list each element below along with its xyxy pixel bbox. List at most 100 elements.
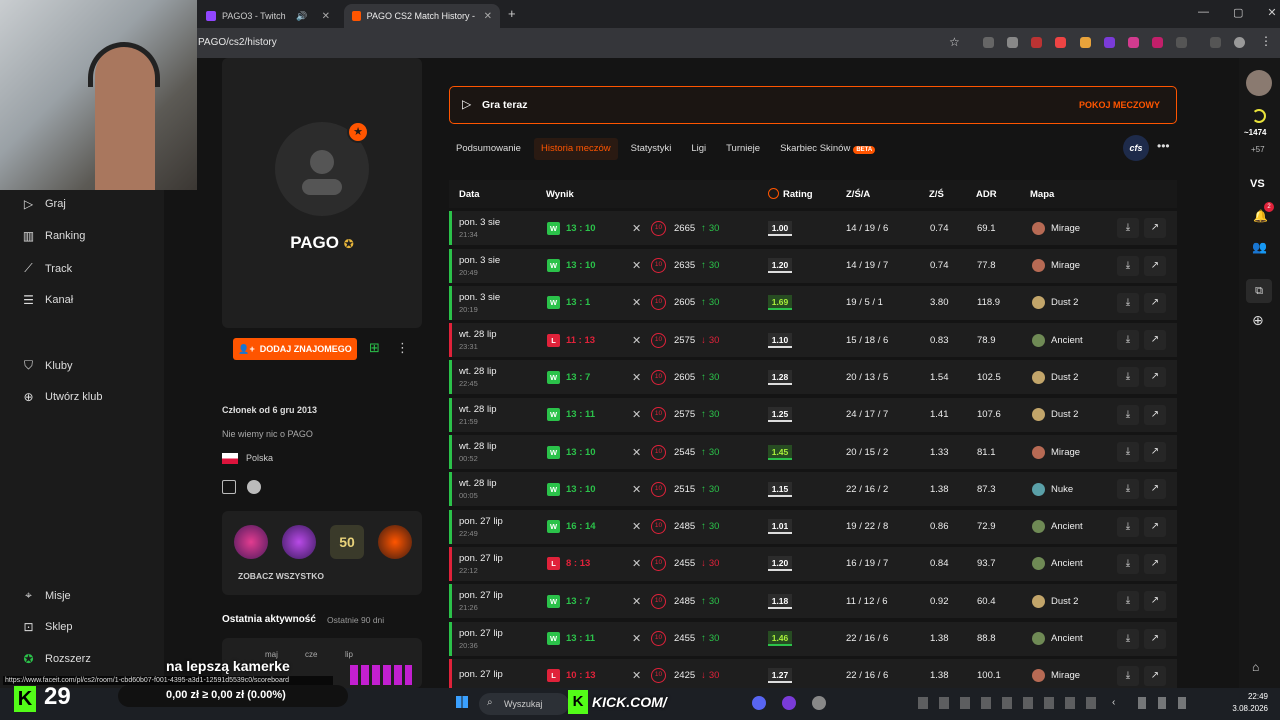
download-demo-button[interactable]: ⤓ xyxy=(1117,510,1139,544)
open-match-button[interactable]: ↗ xyxy=(1144,435,1166,469)
download-demo-button[interactable]: ⤓ xyxy=(1117,472,1139,506)
open-match-button[interactable]: ↗ xyxy=(1144,472,1166,506)
cfs-icon[interactable]: cfs xyxy=(1123,135,1149,161)
download-demo-button[interactable]: ⤓ xyxy=(1117,323,1139,357)
table-row[interactable]: pon. 3 sie 21:34 W 13 : 10 ✕ 10 2665 ↑ 30 1.00 14 … xyxy=(449,211,1177,246)
open-match-button[interactable]: ↗ xyxy=(1144,286,1166,320)
tab-summary[interactable]: Podsumowanie xyxy=(449,138,528,160)
open-match-button[interactable]: ↗ xyxy=(1144,323,1166,357)
close-icon[interactable]: ✕ xyxy=(484,11,492,22)
extension-icon[interactable] xyxy=(1152,37,1163,48)
new-tab-icon[interactable]: + xyxy=(508,6,516,21)
tab-statistics[interactable]: Statystyki xyxy=(624,138,679,160)
user-avatar[interactable] xyxy=(1246,70,1272,96)
app-icon[interactable] xyxy=(782,696,796,710)
gg-badge-icon[interactable] xyxy=(282,525,316,559)
table-row[interactable]: wt. 28 lip 23:31 L 11 : 13 ✕ 10 2575 ↓ 30 1.10 15 … xyxy=(449,323,1177,358)
twitch-link-icon[interactable] xyxy=(222,480,236,494)
table-row[interactable]: wt. 28 lip 00:52 W 13 : 10 ✕ 10 2545 ↑ 30 1.45 20 … xyxy=(449,435,1177,470)
menu-icon[interactable] xyxy=(1210,37,1221,48)
nav-item-create-club[interactable]: ⊕ Utwórz klub xyxy=(22,390,102,404)
profile-icon[interactable] xyxy=(1234,37,1245,48)
nav-item-kluby[interactable]: ⛉ Kluby xyxy=(22,358,73,373)
open-match-button[interactable]: ↗ xyxy=(1144,249,1166,283)
extension-icon[interactable] xyxy=(1007,37,1018,48)
taskbar-search[interactable]: ⌕ Wyszukaj xyxy=(479,693,569,715)
gift-icon[interactable]: ⊞ xyxy=(369,340,380,356)
table-row[interactable]: pon. 27 lip 20:36 W 13 : 11 ✕ 10 2455 ↑ 30 1.46 22… xyxy=(449,621,1177,656)
windows-start-icon[interactable] xyxy=(456,696,468,708)
tab-twitch[interactable]: PAGO3 - Twitch 🔊 ✕ xyxy=(198,4,338,28)
extension-icon[interactable] xyxy=(1031,37,1042,48)
clock[interactable]: 22:49 3.08.2026 xyxy=(1232,692,1268,713)
minimize-icon[interactable]: — xyxy=(1198,6,1209,19)
bookmark-star-icon[interactable]: ☆ xyxy=(949,35,960,49)
open-match-button[interactable]: ↗ xyxy=(1144,211,1166,245)
open-match-button[interactable]: ↗ xyxy=(1144,510,1166,544)
tab-skin-vault[interactable]: Skarbiec Skinów BETA xyxy=(773,138,882,160)
download-demo-button[interactable]: ⤓ xyxy=(1117,547,1139,581)
download-demo-button[interactable]: ⤓ xyxy=(1117,360,1139,394)
open-match-button[interactable]: ↗ xyxy=(1144,360,1166,394)
nav-item-ranking[interactable]: ▥ Ranking xyxy=(22,229,86,243)
extension-icon[interactable] xyxy=(1080,37,1091,48)
download-demo-button[interactable]: ⤓ xyxy=(1117,622,1139,656)
speaker-icon[interactable]: 🔊 xyxy=(296,11,307,22)
open-match-button[interactable]: ↗ xyxy=(1144,622,1166,656)
table-row[interactable]: wt. 28 lip 22:45 W 13 : 7 ✕ 10 2605 ↑ 30 1.28 20 /… xyxy=(449,360,1177,395)
faceit-badge-icon[interactable] xyxy=(378,525,412,559)
system-icons[interactable] xyxy=(1138,697,1198,709)
more-icon[interactable]: ⋮ xyxy=(1260,34,1272,48)
more-options-icon[interactable]: ⋮ xyxy=(396,340,409,356)
extension-icon[interactable] xyxy=(1128,37,1139,48)
nav-item-sklep[interactable]: ⊡ Sklep xyxy=(22,620,72,634)
open-match-button[interactable]: ↗ xyxy=(1144,398,1166,432)
table-row[interactable]: pon. 3 sie 20:49 W 13 : 10 ✕ 10 2635 ↑ 30 1.20 14 … xyxy=(449,248,1177,283)
download-demo-button[interactable]: ⤓ xyxy=(1117,584,1139,618)
more-icon[interactable]: ••• xyxy=(1157,139,1170,153)
table-row[interactable]: wt. 28 lip 21:59 W 13 : 11 ✕ 10 2575 ↑ 30 1.25 24 … xyxy=(449,397,1177,432)
table-row[interactable]: wt. 28 lip 00:05 W 13 : 10 ✕ 10 2515 ↑ 30 1.15 22 … xyxy=(449,472,1177,507)
nav-item-kanal[interactable]: ☰ Kanał xyxy=(22,293,73,307)
tray-chevron-icon[interactable]: ‹ xyxy=(1112,697,1115,708)
open-match-button[interactable]: ↗ xyxy=(1144,547,1166,581)
steam-link-icon[interactable] xyxy=(247,480,261,494)
table-row[interactable]: pon. 27 lip 22:12 L 8 : 13 ✕ 10 2455 ↓ 30 1.20 16 … xyxy=(449,546,1177,581)
tab-leagues[interactable]: Ligi xyxy=(684,138,713,160)
tab-match-history[interactable]: Historia meczów xyxy=(533,138,618,160)
nav-item-rozszerz[interactable]: ✪ Rozszerz xyxy=(22,652,90,666)
see-all-link[interactable]: ZOBACZ WSZYSTKO xyxy=(238,571,324,581)
table-row[interactable]: pon. 27 lip 22:49 W 16 : 14 ✕ 10 2485 ↑ 30 1.01 19… xyxy=(449,509,1177,544)
chat-icon[interactable]: ⌂ xyxy=(1252,660,1259,674)
download-demo-button[interactable]: ⤓ xyxy=(1117,398,1139,432)
add-friend-button[interactable]: 👤+ DODAJ ZNAJOMEGO xyxy=(233,338,357,360)
url-field[interactable]: PAGO/cs2/history xyxy=(198,33,277,53)
download-demo-button[interactable]: ⤓ xyxy=(1117,435,1139,469)
download-demo-button[interactable]: ⤓ xyxy=(1117,249,1139,283)
table-row[interactable]: pon. 27 lip 21:26 W 13 : 7 ✕ 10 2485 ↑ 30 1.18 11 … xyxy=(449,584,1177,619)
download-demo-button[interactable]: ⤓ xyxy=(1117,286,1139,320)
nav-item-graj[interactable]: ▷ Graj xyxy=(22,197,66,211)
discord-icon[interactable] xyxy=(752,696,766,710)
maximize-icon[interactable]: ▢ xyxy=(1233,6,1243,19)
add-circle-icon[interactable]: ⊕ xyxy=(1252,312,1264,329)
download-demo-button[interactable]: ⤓ xyxy=(1117,211,1139,245)
extension-icon[interactable] xyxy=(983,37,994,48)
parties-icon[interactable]: ⧉ xyxy=(1246,279,1272,303)
puzzle-icon[interactable] xyxy=(1176,37,1187,48)
friends-icon[interactable]: 👥 xyxy=(1252,240,1267,254)
app-icon[interactable] xyxy=(812,696,826,710)
play-now-bar[interactable]: ▷ Gra teraz POKOJ MECZOWY xyxy=(449,86,1177,124)
level-50-badge-icon[interactable]: 50 xyxy=(330,525,364,559)
tab-tournaments[interactable]: Turnieje xyxy=(719,138,767,160)
close-icon[interactable]: ✕ xyxy=(322,11,330,22)
table-row[interactable]: pon. 3 sie 20:19 W 13 : 1 ✕ 10 2605 ↑ 30 1.69 19 /… xyxy=(449,285,1177,320)
match-room-link[interactable]: POKOJ MECZOWY xyxy=(1079,100,1160,110)
extension-icon[interactable] xyxy=(1055,37,1066,48)
close-window-icon[interactable]: ✕ xyxy=(1267,6,1276,19)
vs-button[interactable]: VS xyxy=(1250,178,1265,190)
gg-badge-icon[interactable] xyxy=(234,525,268,559)
tray-icons[interactable] xyxy=(918,697,1098,709)
open-match-button[interactable]: ↗ xyxy=(1144,584,1166,618)
nav-item-misje[interactable]: ⌖ Misje xyxy=(22,588,71,603)
